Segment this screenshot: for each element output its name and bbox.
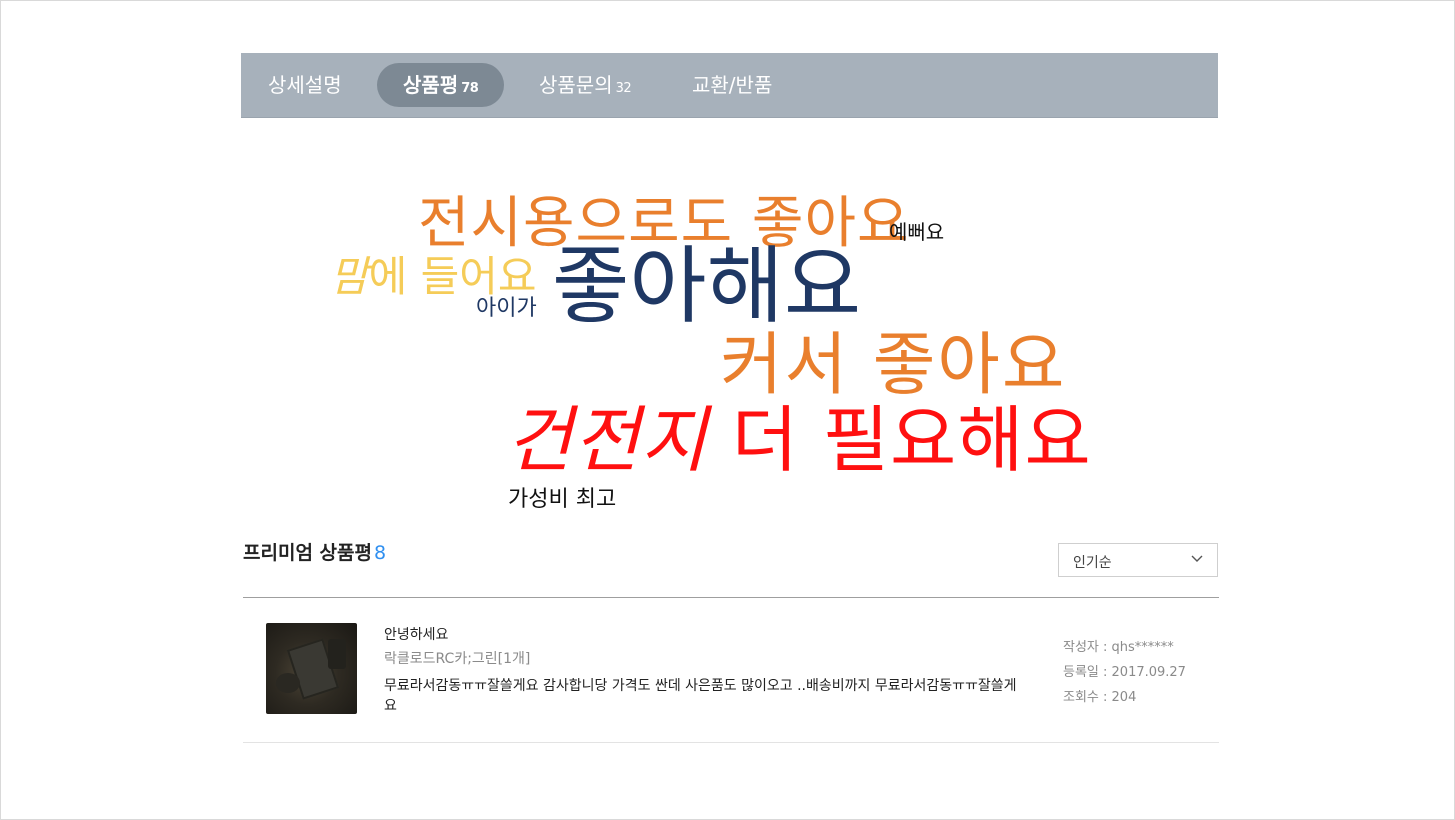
product-tab-bar: 상세설명 상품평 78 상품문의 32 교환/반품	[241, 53, 1218, 118]
review-photo-thumbnail[interactable]	[266, 623, 357, 714]
review-date: 등록일 : 2017.09.27	[1063, 665, 1186, 680]
premium-review-heading: 프리미엄 상품평 8	[243, 538, 386, 565]
review-option: 락클로드RC카;그린[1개]	[384, 651, 531, 667]
cloud-word-text: 아이가	[476, 296, 537, 321]
sort-dropdown[interactable]: 인기순	[1058, 543, 1218, 577]
cloud-word: 가성비 최고	[508, 489, 616, 511]
cloud-word-text: 좋아해요	[552, 237, 862, 335]
review-body[interactable]: 무료라서감동ㅠㅠ잘쓸게요 감사합니당 가격도 싼데 사은품도 많이오고 ..배송…	[384, 676, 1024, 716]
cloud-word: 아이가	[476, 298, 537, 320]
premium-review-title: 프리미엄 상품평	[243, 542, 372, 564]
cloud-word-text: 예뻐요	[889, 220, 945, 244]
sort-dropdown-value: 인기순	[1073, 555, 1112, 571]
tab-qna[interactable]: 상품문의 32	[539, 63, 632, 107]
tab-detail-label: 상세설명	[268, 73, 342, 97]
tab-reviews-label: 상품평	[403, 73, 459, 97]
cloud-word: 좋아해요	[552, 244, 861, 328]
review-author: 작성자 : qhs******	[1063, 640, 1174, 655]
review-title[interactable]: 안녕하세요	[384, 624, 448, 644]
tab-qna-label: 상품문의	[539, 73, 613, 97]
cloud-word: 건전지 더 필요해요	[506, 404, 1092, 476]
list-divider	[243, 597, 1219, 598]
cloud-word-text: 더 필요해요	[707, 398, 1092, 482]
tab-reviews-count: 78	[461, 81, 479, 96]
cloud-word: 맘에 들어요	[330, 256, 537, 298]
tab-reviews[interactable]: 상품평 78	[377, 63, 505, 107]
chevron-down-icon	[1191, 555, 1203, 562]
cloud-word-italic: 건전지	[506, 398, 708, 482]
tab-detail[interactable]: 상세설명	[268, 63, 342, 107]
cloud-word-text: 에 들어요	[368, 252, 537, 301]
cloud-word-text: 커서 좋아요	[720, 326, 1067, 405]
cloud-word: 커서 좋아요	[720, 332, 1066, 400]
cloud-word-italic: 맘	[330, 252, 369, 301]
tab-exchange-label: 교환/반품	[692, 73, 773, 97]
cloud-word-text: 가성비 최고	[508, 487, 617, 512]
cloud-word: 예뻐요	[889, 222, 944, 242]
review-views: 조회수 : 204	[1063, 690, 1137, 705]
premium-review-count: 8	[373, 542, 387, 564]
list-divider	[243, 742, 1219, 743]
tab-exchange-return[interactable]: 교환/반품	[692, 63, 772, 107]
tab-qna-count: 32	[615, 81, 632, 96]
